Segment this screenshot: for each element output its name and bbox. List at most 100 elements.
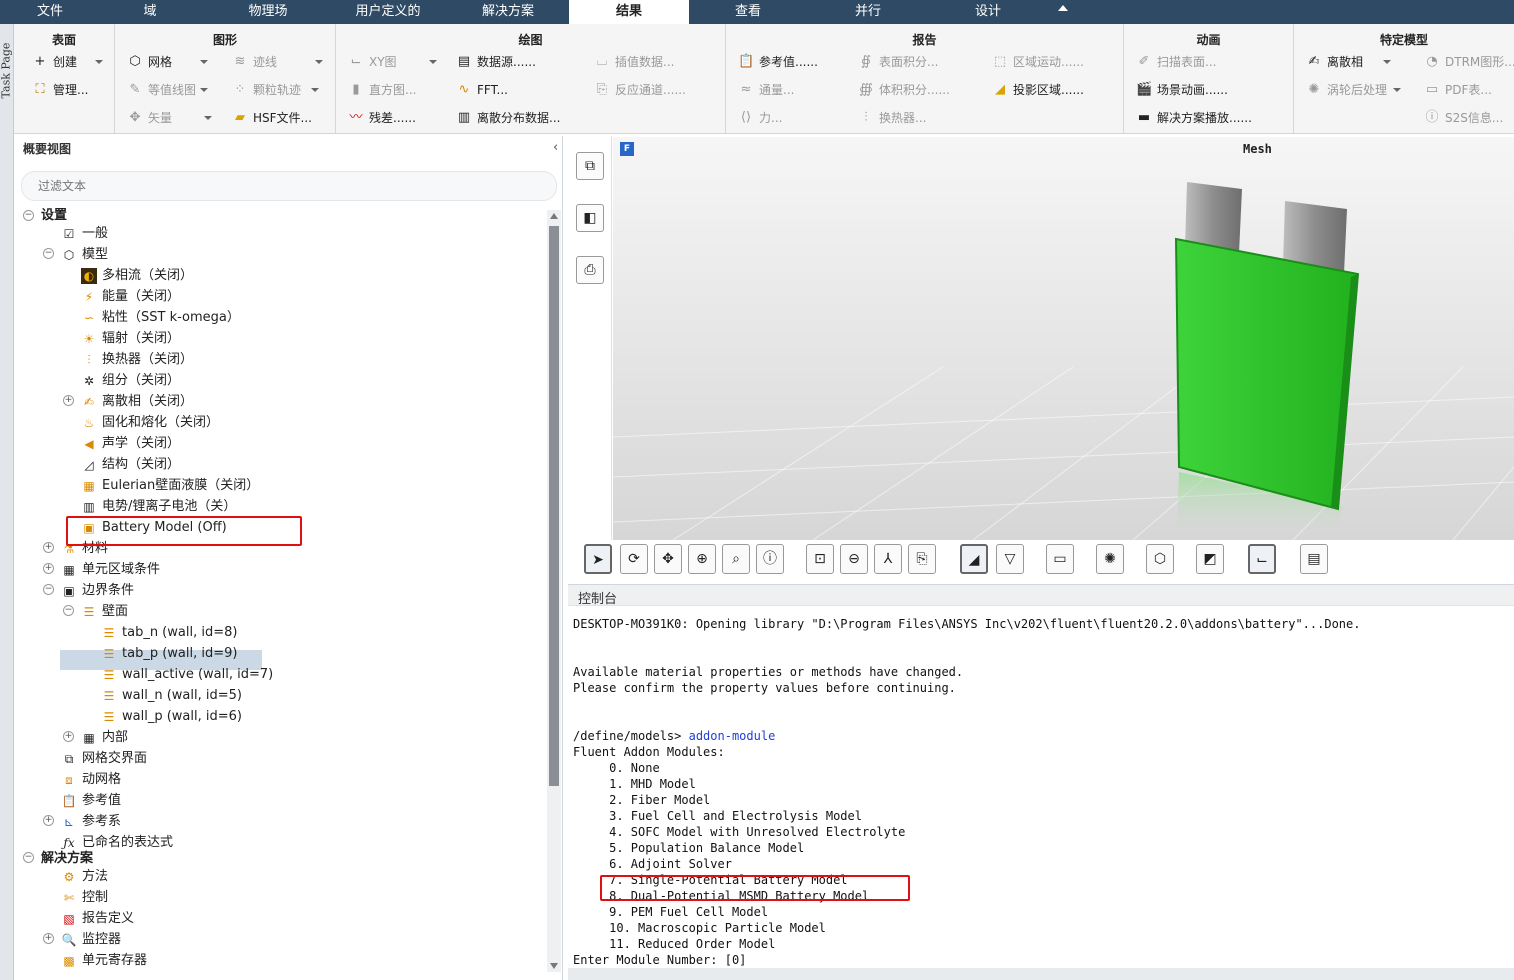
info-icon[interactable]: ⓘ: [756, 544, 784, 574]
expand-icon[interactable]: +: [43, 542, 54, 553]
notes-icon[interactable]: ▤: [1300, 544, 1328, 574]
zoom-box-icon[interactable]: ⌕: [722, 544, 750, 574]
tab-parallel[interactable]: 并行: [818, 0, 918, 24]
filter-input[interactable]: [21, 171, 557, 201]
window-icon[interactable]: ◩: [1196, 544, 1224, 574]
tree-reference-frames[interactable]: ⊾ 参考系: [61, 812, 121, 832]
create-surface-button[interactable]: + 创建: [32, 51, 104, 73]
mesh-graphics-button[interactable]: ⬡ 网格: [127, 51, 209, 73]
tree-scrollbar[interactable]: [547, 210, 561, 972]
pathline-button[interactable]: ≋ 迹线: [232, 51, 324, 73]
tree-wall[interactable]: ☰ 壁面: [81, 602, 128, 622]
turbo-postprocessing-button[interactable]: ✺ 涡轮后处理: [1306, 79, 1402, 101]
collapse-icon[interactable]: −: [43, 248, 54, 259]
layout-icon[interactable]: ◧: [576, 204, 604, 232]
histogram-button[interactable]: ▮ 直方图...: [348, 79, 416, 101]
manage-surface-button[interactable]: ⛶ 管理...: [32, 79, 88, 101]
tree-model-species[interactable]: ✲ 组分（关闭）: [81, 371, 180, 391]
contour-button[interactable]: ✎ 等值线图: [127, 79, 209, 101]
scrollbar-thumb[interactable]: [549, 226, 559, 786]
heat-exchanger-button[interactable]: ⫶ 换热器...: [858, 107, 926, 129]
tab-file[interactable]: 文件: [0, 0, 100, 24]
axes-icon[interactable]: ⅄: [874, 544, 902, 574]
tree-wall-tab-p[interactable]: ☰ tab_p (wall, id=9): [101, 644, 238, 664]
tree-report-definitions[interactable]: ▧ 报告定义: [61, 909, 134, 929]
cube-view-icon[interactable]: ⬡: [1146, 544, 1174, 574]
collapse-icon[interactable]: −: [43, 584, 54, 595]
tree-wall-n[interactable]: ☰ wall_n (wall, id=5): [101, 686, 242, 706]
interpolated-data-button[interactable]: ⌴ 插值数据...: [594, 51, 675, 73]
pdf-table-button[interactable]: ▭ PDF表...: [1424, 79, 1492, 101]
expand-icon[interactable]: +: [63, 395, 74, 406]
tree-setup[interactable]: 设置: [41, 206, 67, 226]
fit-icon[interactable]: ⊡: [806, 544, 834, 574]
graphics-viewport[interactable]: F Mesh: [613, 137, 1514, 540]
residuals-button[interactable]: 〰残差......: [348, 107, 415, 129]
fft-button[interactable]: ∿ FFT...: [456, 79, 508, 101]
console-output[interactable]: DESKTOP-MO391K0: Opening library "D:\Pro…: [568, 607, 1514, 980]
tree-interior[interactable]: ▦ 内部: [81, 728, 128, 748]
pan-icon[interactable]: ✥: [654, 544, 682, 574]
tree-cell-registers[interactable]: ▩ 单元寄存器: [61, 951, 147, 971]
tab-results[interactable]: 结果: [569, 0, 689, 24]
tab-solution[interactable]: 解决方案: [458, 0, 558, 24]
data-source-button[interactable]: ▤ 数据源......: [456, 51, 536, 73]
xy-plot-button[interactable]: ⌙ XY图: [348, 51, 437, 73]
collapse-icon[interactable]: −: [23, 210, 34, 221]
tree-reference-values[interactable]: 📋 参考值: [61, 791, 122, 811]
tree-mesh-interfaces[interactable]: ⧉ 网格交界面: [61, 749, 147, 769]
tree-model-dpm[interactable]: ✍ 离散相（关闭）: [81, 392, 193, 412]
discrete-phase-button[interactable]: ✍ 离散相: [1306, 51, 1392, 73]
tree-solution[interactable]: 解决方案: [41, 849, 93, 869]
mesh-display-icon[interactable]: ▽: [996, 544, 1024, 574]
vector-button[interactable]: ✥ 矢量: [127, 107, 213, 129]
flux-button[interactable]: ≈ 通量...: [738, 79, 795, 101]
tree-model-solidification[interactable]: ♨ 固化和熔化（关闭）: [81, 413, 219, 433]
tab-design[interactable]: 设计: [938, 0, 1038, 24]
tree-cell-zones[interactable]: ▦ 单元区域条件: [61, 560, 160, 580]
tree-general[interactable]: ☑ 一般: [61, 224, 108, 244]
scroll-up-icon[interactable]: [550, 213, 558, 219]
tab-view[interactable]: 查看: [698, 0, 798, 24]
expand-icon[interactable]: +: [63, 731, 74, 742]
collapse-panel-icon[interactable]: ‹: [553, 140, 558, 155]
expand-icon[interactable]: +: [43, 563, 54, 574]
copy-window-icon[interactable]: ⧉: [576, 152, 604, 180]
dpm-distribution-button[interactable]: ▥ 离散分布数据...: [456, 107, 561, 129]
zoom-out-icon[interactable]: ⊖: [840, 544, 868, 574]
tree-controls[interactable]: ✄ 控制: [61, 888, 108, 908]
dtrm-graphics-button[interactable]: ◔ DTRM图形...: [1424, 51, 1514, 73]
tree-model-structure[interactable]: ◿ 结构（关闭）: [81, 455, 180, 475]
plot-icon[interactable]: ⌙: [1248, 544, 1276, 574]
save-picture-icon[interactable]: ⎘: [908, 544, 936, 574]
reference-values-button[interactable]: 📋 参考值......: [738, 51, 818, 73]
pointer-icon[interactable]: ➤: [584, 544, 612, 574]
hsf-file-button[interactable]: ▰ HSF文件...: [232, 107, 312, 129]
tab-user-defined[interactable]: 用户定义的: [338, 0, 438, 24]
s2s-info-button[interactable]: ⓘ S2S信息...: [1424, 107, 1503, 129]
collapse-icon[interactable]: −: [23, 852, 34, 863]
tab-domain[interactable]: 域: [100, 0, 200, 24]
console-scrollbar[interactable]: [568, 968, 1514, 980]
print-icon[interactable]: ⎙: [576, 256, 604, 284]
scroll-down-icon[interactable]: [550, 963, 558, 969]
tree-model-energy[interactable]: ⚡ 能量（关闭）: [81, 287, 180, 307]
particle-tracks-button[interactable]: ⁘ 颗粒轨迹: [232, 79, 320, 101]
ruler-icon[interactable]: ▭: [1046, 544, 1074, 574]
expand-icon[interactable]: +: [43, 933, 54, 944]
forces-button[interactable]: ⟨⟩ 力...: [738, 107, 783, 129]
reaction-channel-button[interactable]: ⎘ 反应通道......: [594, 79, 686, 101]
surface-integral-button[interactable]: ∯ 表面积分...: [858, 51, 939, 73]
expand-icon[interactable]: +: [43, 815, 54, 826]
tree-model-acoustics[interactable]: ◀ 声学（关闭）: [81, 434, 180, 454]
tree-monitors[interactable]: 🔍 监控器: [61, 930, 122, 950]
tree-model-multiphase[interactable]: ◐ 多相流（关闭）: [81, 266, 193, 286]
tree-models[interactable]: ⬡ 模型: [61, 245, 108, 265]
tab-physics[interactable]: 物理场: [218, 0, 318, 24]
sweep-surface-button[interactable]: ✐ 扫描表面...: [1136, 51, 1217, 73]
collapse-ribbon-icon[interactable]: [1058, 5, 1068, 11]
scene-animation-button[interactable]: 🎬 场景动画......: [1136, 79, 1228, 101]
zone-motion-button[interactable]: ⬚ 区域运动......: [992, 51, 1084, 73]
tree-dynamic-mesh[interactable]: ⧈ 动网格: [61, 770, 121, 790]
camera-icon[interactable]: ✺: [1096, 544, 1124, 574]
